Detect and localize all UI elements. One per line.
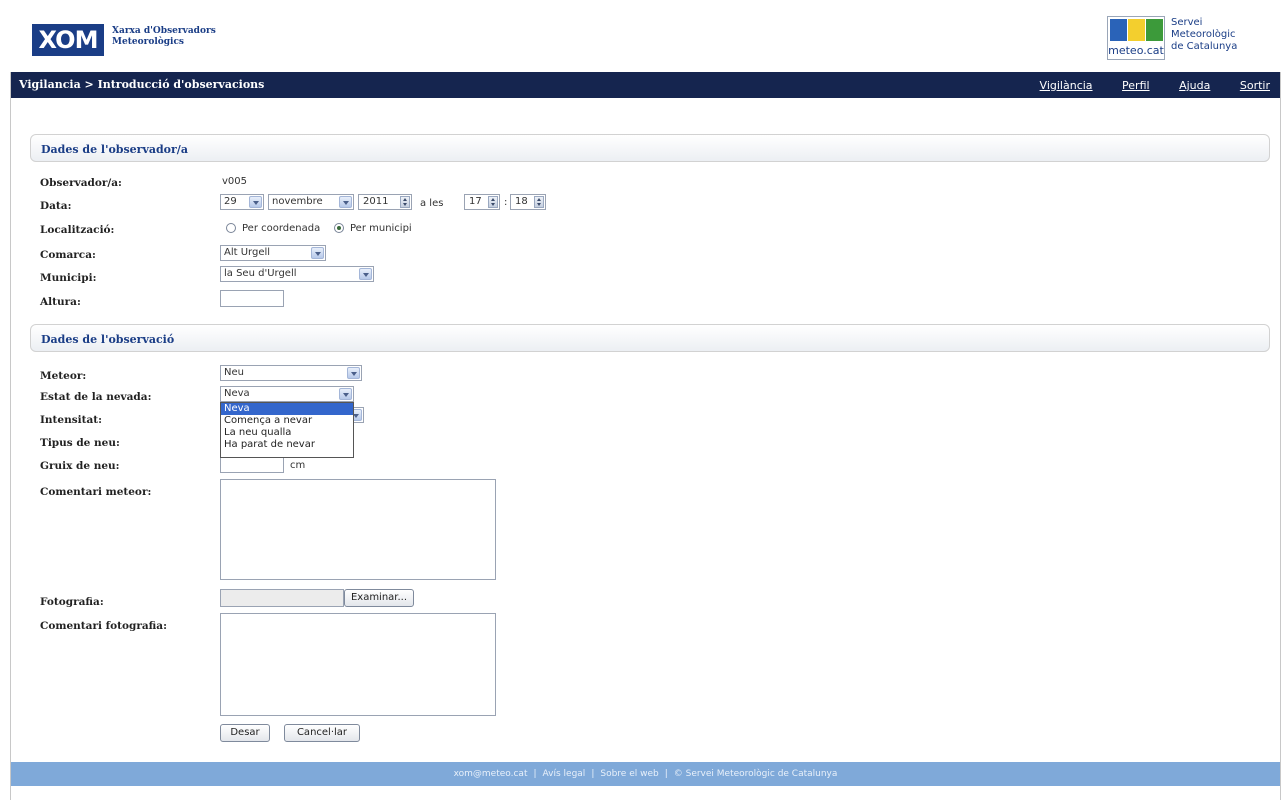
smc-name-line-1: Servei [1171,17,1203,28]
footer-separator: | [591,769,595,779]
radio-by-municipality[interactable] [334,223,344,233]
meteor-comment-textarea[interactable] [220,479,496,580]
date-label: Data: [40,200,72,212]
footer-separator: | [533,769,537,779]
radio-by-coordinate-label[interactable]: Per coordenada [242,223,320,234]
meteor-label: Meteor: [40,370,87,382]
day-select-value: 29 [224,196,237,207]
meteocat-logo-text: meteo.cat [1108,44,1164,57]
photo-file-input[interactable] [220,589,344,607]
municipality-select[interactable]: la Seu d'Urgell [220,266,374,282]
observer-label: Observador/a: [40,177,122,189]
altitude-label: Altura: [40,296,81,308]
chevron-down-icon [339,388,352,400]
dropdown-option[interactable]: La neu qualla [221,427,353,439]
snow-state-dropdown-list[interactable]: Neva Comença a nevar La neu qualla Ha pa… [220,402,354,458]
nav-links: Vigilància Perfil Ajuda Sortir [1014,79,1270,92]
snow-state-label: Estat de la nevada: [40,391,152,403]
footer-about-link[interactable]: Sobre el web [600,769,658,779]
minute-spinner[interactable]: 18 [510,194,546,210]
photo-comment-textarea[interactable] [220,613,496,716]
observation-section-title: Dades de l'observació [41,333,175,346]
chevron-down-icon [339,196,352,208]
photo-label: Fotografia: [40,596,104,608]
dropdown-option[interactable]: Ha parat de nevar [221,439,353,451]
logo-green-square [1146,19,1163,41]
footer-copyright-link[interactable]: © Servei Meteorològic de Catalunya [674,769,838,779]
header: XOM Xarxa d'Observadors Meteorològics [10,0,1281,72]
logo-blue-square [1110,19,1127,41]
breadcrumb: Vigilancia > Introducció d'observacions [19,78,265,91]
footer-legal-link[interactable]: Avís legal [543,769,586,779]
year-spinner-value: 2011 [363,196,389,207]
logo-yellow-square [1128,19,1145,41]
spin-arrows-icon[interactable] [400,196,410,208]
smc-name-line-3: de Catalunya [1171,41,1238,52]
xom-subtitle-line-2: Meteorològics [112,37,184,47]
observer-value: v005 [222,176,248,187]
snow-depth-label: Gruix de neu: [40,460,120,472]
municipality-select-value: la Seu d'Urgell [224,268,297,279]
meteocat-logo[interactable]: meteo.cat [1107,16,1165,60]
nav-link-vigilancia[interactable]: Vigilància [1040,79,1093,92]
cancel-button[interactable]: Cancel·lar [284,724,360,742]
chevron-down-icon [359,268,372,280]
nav-link-sortir[interactable]: Sortir [1240,79,1270,92]
meteor-select[interactable]: Neu [220,365,362,381]
footer-email-link[interactable]: xom@meteo.cat [454,769,528,779]
xom-logo[interactable]: XOM [32,24,104,56]
smc-name-line-2: Meteorològic [1171,29,1236,40]
day-select[interactable]: 29 [220,194,264,210]
time-separator: : [504,197,508,208]
xom-logo-subtitle: Xarxa d'Observadors Meteorològics [112,26,216,48]
nav-bar: Vigilancia > Introducció d'observacions … [11,72,1280,98]
dropdown-option[interactable]: Comença a nevar [221,415,353,427]
footer-separator: | [664,769,668,779]
hour-spinner-value: 17 [469,196,482,207]
hour-spinner[interactable]: 17 [464,194,500,210]
chevron-down-icon [347,367,360,379]
municipality-label: Municipi: [40,272,97,284]
observation-section-header: Dades de l'observació [30,324,1270,352]
chevron-down-icon [249,196,262,208]
radio-by-municipality-label[interactable]: Per municipi [350,223,412,234]
snow-state-select-value: Neva [224,388,250,399]
month-select-value: novembre [272,196,323,207]
location-label: Localització: [40,224,115,236]
xom-subtitle-line-1: Xarxa d'Observadors [112,26,216,36]
county-select-value: Alt Urgell [224,247,271,258]
save-button[interactable]: Desar [220,724,270,742]
snow-depth-unit: cm [290,460,306,471]
radio-by-coordinate[interactable] [226,223,236,233]
page-frame [10,0,1281,800]
browse-button[interactable]: Examinar... [344,589,414,607]
altitude-input[interactable] [220,290,284,307]
year-spinner[interactable]: 2011 [358,194,412,210]
dropdown-option[interactable]: Neva [221,403,353,415]
snow-type-label: Tipus de neu: [40,437,120,449]
month-select[interactable]: novembre [268,194,354,210]
nav-link-ajuda[interactable]: Ajuda [1179,79,1210,92]
spin-arrows-icon[interactable] [534,196,544,208]
spin-arrows-icon[interactable] [488,196,498,208]
meteor-comment-label: Comentari meteor: [40,486,152,498]
snow-depth-input[interactable] [220,456,284,473]
snow-state-select[interactable]: Neva [220,386,354,402]
intensity-label: Intensitat: [40,414,102,426]
meteor-select-value: Neu [224,367,244,378]
smc-name: Servei Meteorològic de Catalunya [1171,17,1237,53]
footer: xom@meteo.cat | Avís legal | Sobre el web | © … [11,762,1280,786]
minute-spinner-value: 18 [515,196,528,207]
county-select[interactable]: Alt Urgell [220,245,326,261]
county-label: Comarca: [40,249,96,261]
observer-section-title: Dades de l'observador/a [41,143,188,156]
chevron-down-icon [311,247,324,259]
observer-section-header: Dades de l'observador/a [30,134,1270,162]
at-label: a les [420,198,444,209]
photo-comment-label: Comentari fotografia: [40,620,167,632]
nav-link-perfil[interactable]: Perfil [1122,79,1150,92]
